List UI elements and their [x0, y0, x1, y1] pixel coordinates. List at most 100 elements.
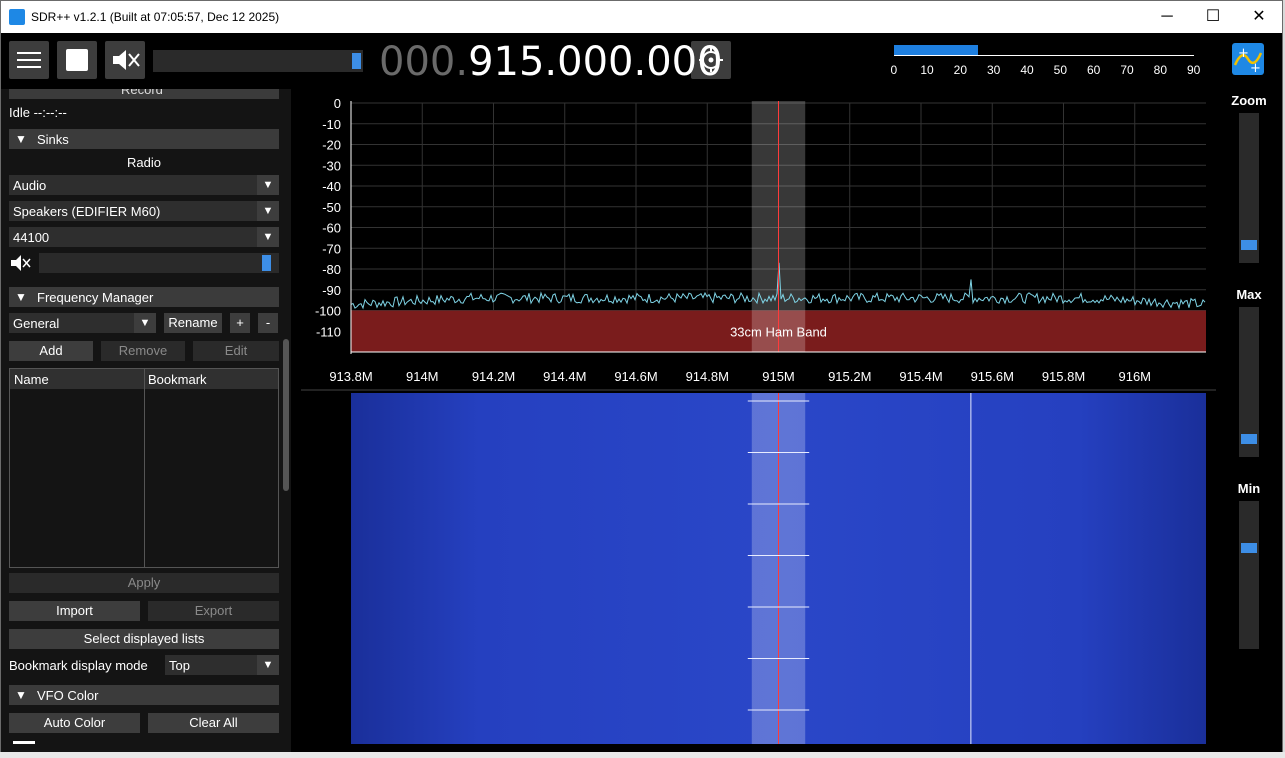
stop-button[interactable]: [57, 41, 97, 79]
fft-chart[interactable]: 913.8M 914M 914.2M 914.4M 914.6M 914.8M 915M 91…: [301, 93, 1216, 391]
bookmark-display-mode-label: Bookmark display mode: [9, 658, 148, 673]
frequency-manager-header[interactable]: ▼ Frequency Manager: [9, 287, 279, 307]
y-tick-label: 0: [334, 96, 341, 111]
sinks-header-label: Sinks: [37, 132, 69, 147]
max-slider-thumb[interactable]: [1241, 434, 1257, 445]
audio-device-select[interactable]: Speakers (EDIFIER M60) ▼: [9, 201, 279, 221]
y-tick-label: -80: [322, 262, 341, 277]
sink-volume-slider[interactable]: [39, 253, 279, 273]
speaker-muted-icon: [113, 50, 140, 70]
window-title: SDR++ v1.2.1 (Built at 07:05:57, Dec 12 …: [31, 10, 280, 24]
y-tick-label: -40: [322, 179, 341, 194]
x-tick-label: 915.2M: [828, 369, 871, 384]
add-bookmark-button[interactable]: Add: [9, 341, 93, 361]
x-tick-label: 915M: [762, 369, 795, 384]
background-file-explorer: [0, 752, 1285, 758]
x-tick-label: 914.8M: [686, 369, 729, 384]
remove-list-button[interactable]: -: [258, 313, 278, 333]
y-tick-label: -10: [322, 117, 341, 132]
close-button[interactable]: ✕: [1236, 1, 1282, 33]
chevron-down-icon: ▼: [257, 201, 279, 221]
frequency-digits[interactable]: 915.000.000: [468, 39, 722, 85]
minimize-button[interactable]: ─: [1144, 1, 1190, 33]
right-panel: Zoom Max Min: [1216, 89, 1282, 753]
snr-scale-label: 60: [1087, 63, 1101, 77]
remove-bookmark-button[interactable]: Remove: [101, 341, 185, 361]
vfo-color-header[interactable]: ▼ VFO Color: [9, 685, 279, 705]
sink-mute-button[interactable]: [9, 252, 31, 274]
snr-scale-label: 20: [953, 63, 968, 77]
list-select-value: General: [13, 316, 60, 331]
y-tick-label: -100: [315, 304, 341, 319]
sinks-header[interactable]: ▼ Sinks: [9, 129, 279, 149]
rename-button[interactable]: Rename: [164, 313, 222, 333]
edit-bookmark-button[interactable]: Edit: [193, 341, 279, 361]
sink-volume-thumb[interactable]: [262, 255, 272, 271]
samplerate-select[interactable]: 44100 ▼: [9, 227, 279, 247]
fft-plot[interactable]: 913.8M 914M 914.2M 914.4M 914.6M 914.8M 915M 91…: [301, 93, 1216, 391]
y-tick-label: -20: [322, 138, 341, 153]
column-name-header[interactable]: Name: [14, 372, 49, 387]
volume-slider[interactable]: [153, 50, 363, 72]
min-slider[interactable]: [1239, 501, 1259, 649]
frequency-display[interactable]: 000.915.000.000: [379, 39, 723, 85]
collapse-triangle-icon: ▼: [15, 688, 27, 702]
sink-type-select[interactable]: Audio ▼: [9, 175, 279, 195]
max-slider[interactable]: [1239, 307, 1259, 457]
chevron-down-icon: ▼: [257, 227, 279, 247]
auto-color-button[interactable]: Auto Color: [9, 713, 140, 733]
x-tick-label: 915.4M: [899, 369, 942, 384]
snr-scale-label: 90: [1187, 63, 1201, 77]
band-label: 33cm Ham Band: [730, 324, 827, 339]
add-list-button[interactable]: +: [230, 313, 250, 333]
hamburger-icon: [17, 52, 41, 54]
zoom-label: Zoom: [1231, 93, 1267, 108]
sidebar-scrollbar[interactable]: [283, 339, 289, 491]
snr-scale-label: 70: [1120, 63, 1134, 77]
max-label: Max: [1236, 287, 1262, 302]
min-slider-thumb[interactable]: [1241, 543, 1257, 554]
min-label: Min: [1237, 481, 1261, 496]
apply-button[interactable]: Apply: [9, 573, 279, 593]
y-tick-label: -50: [322, 200, 341, 215]
snr-scale-label: 0: [890, 63, 898, 77]
app-logo-icon: [9, 9, 25, 25]
waterfall[interactable]: [301, 391, 1216, 744]
mute-button[interactable]: [105, 41, 145, 79]
svg-text:+: +: [1238, 46, 1249, 61]
audio-device-value: Speakers (EDIFIER M60): [13, 204, 161, 219]
y-tick-label: -30: [322, 158, 341, 173]
bookmark-display-mode-select[interactable]: Top ▼: [165, 655, 279, 675]
import-button[interactable]: Import: [9, 601, 140, 621]
app-window: SDR++ v1.2.1 (Built at 07:05:57, Dec 12 …: [0, 0, 1283, 754]
bookmark-table[interactable]: Name Bookmark: [9, 368, 279, 568]
export-button[interactable]: Export: [148, 601, 279, 621]
select-displayed-lists-button[interactable]: Select displayed lists: [9, 629, 279, 649]
column-bookmark-header[interactable]: Bookmark: [148, 372, 207, 387]
left-sidebar[interactable]: Record Idle --:--:-- ▼ Sinks Radio Audio…: [1, 89, 291, 753]
x-tick-label: 914M: [406, 369, 439, 384]
sink-type-value: Audio: [13, 178, 47, 193]
waterfall-view[interactable]: [301, 391, 1216, 744]
maximize-button[interactable]: ☐: [1190, 1, 1236, 33]
samplerate-value: 44100: [13, 230, 50, 245]
snr-meter-fill: [894, 45, 978, 55]
list-select[interactable]: General ▼: [9, 313, 156, 333]
x-tick-label: 916M: [1118, 369, 1151, 384]
vfo-color-header-label: VFO Color: [37, 688, 99, 703]
chevron-down-icon: ▼: [257, 175, 279, 195]
snr-scale-label: 40: [1020, 63, 1034, 77]
volume-slider-thumb[interactable]: [352, 53, 361, 69]
chevron-down-icon: ▼: [134, 313, 156, 333]
record-status: Idle --:--:--: [9, 105, 67, 120]
zoom-slider[interactable]: [1239, 113, 1259, 263]
zoom-slider-thumb[interactable]: [1241, 240, 1257, 251]
vfo-color-swatch[interactable]: [13, 741, 35, 744]
clear-all-button[interactable]: Clear All: [148, 713, 279, 733]
collapse-triangle-icon: ▼: [15, 132, 27, 146]
frequency-leading-digits[interactable]: 000.: [379, 39, 468, 85]
menu-button[interactable]: [9, 41, 49, 79]
frequency-manager-header-label: Frequency Manager: [37, 290, 154, 305]
record-header[interactable]: Record: [9, 89, 279, 99]
x-tick-label: 914.2M: [472, 369, 515, 384]
